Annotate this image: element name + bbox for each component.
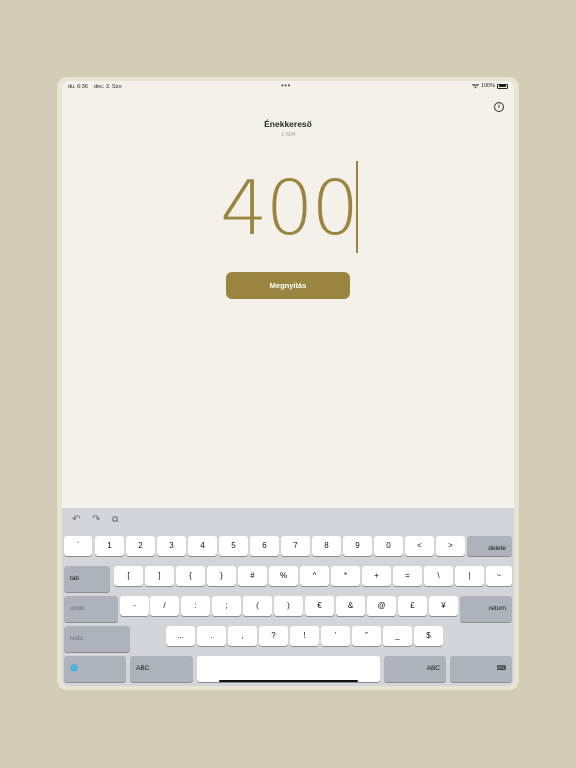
- wifi-icon: [471, 83, 479, 88]
- key-%[interactable]: %: [269, 566, 298, 586]
- song-number-input[interactable]: 400: [220, 171, 359, 246]
- key-7[interactable]: 7: [281, 536, 310, 556]
- key-/[interactable]: /: [150, 596, 179, 616]
- key-...[interactable]: ...: [166, 626, 195, 646]
- redo-icon[interactable]: ↷: [92, 514, 100, 525]
- page-title: Énekkereső: [264, 119, 312, 129]
- key-?[interactable]: ?: [259, 626, 288, 646]
- key-£[interactable]: £: [398, 596, 427, 616]
- key-3[interactable]: 3: [157, 536, 186, 556]
- page-subtitle: 1-504: [280, 132, 296, 138]
- key-.[interactable]: .: [197, 626, 226, 646]
- battery-icon: [497, 83, 508, 89]
- status-bar: du. 6:36 dec. 3. Szo ••• 100%: [62, 81, 514, 93]
- key-2[interactable]: 2: [126, 536, 155, 556]
- key-tab[interactable]: tab: [64, 566, 110, 592]
- key-1[interactable]: 1: [95, 536, 124, 556]
- key-:[interactable]: :: [181, 596, 210, 616]
- key-~[interactable]: ~: [486, 566, 512, 586]
- key-^[interactable]: ^: [300, 566, 329, 586]
- key-@[interactable]: @: [367, 596, 396, 616]
- key-’[interactable]: ’: [321, 626, 350, 646]
- status-date: dec. 3. Szo: [94, 84, 122, 90]
- open-button[interactable]: Megnyitás: [226, 272, 350, 299]
- key-<[interactable]: <: [405, 536, 434, 556]
- key-0[interactable]: 0: [374, 536, 403, 556]
- multitasking-dots-icon[interactable]: •••: [281, 81, 291, 90]
- key-undo[interactable]: undo: [64, 596, 118, 622]
- paste-icon[interactable]: ⧉: [112, 514, 118, 525]
- key-[[interactable]: [: [114, 566, 143, 586]
- key-=[interactable]: =: [393, 566, 422, 586]
- key-;[interactable]: ;: [212, 596, 241, 616]
- key-”[interactable]: ”: [352, 626, 381, 646]
- text-caret: [356, 161, 358, 253]
- key-#[interactable]: #: [238, 566, 267, 586]
- key-return[interactable]: return: [460, 596, 512, 622]
- key-6[interactable]: 6: [250, 536, 279, 556]
- key-ABC[interactable]: ABC: [384, 656, 446, 682]
- key-*[interactable]: *: [331, 566, 360, 586]
- key-|[interactable]: |: [455, 566, 484, 586]
- key-9[interactable]: 9: [343, 536, 372, 556]
- key-redo[interactable]: redo: [64, 626, 130, 652]
- status-right: 100%: [471, 83, 508, 89]
- status-time: du. 6:36: [68, 84, 88, 90]
- key-_[interactable]: _: [383, 626, 412, 646]
- key-$[interactable]: $: [414, 626, 443, 646]
- key-¥[interactable]: ¥: [429, 596, 458, 616]
- key-\[interactable]: \: [424, 566, 453, 586]
- key-][interactable]: ]: [145, 566, 174, 586]
- undo-icon[interactable]: ↶: [72, 514, 80, 525]
- key-+[interactable]: +: [362, 566, 391, 586]
- key-}[interactable]: }: [207, 566, 236, 586]
- key--[interactable]: -: [120, 596, 149, 616]
- key-8[interactable]: 8: [312, 536, 341, 556]
- key-4[interactable]: 4: [188, 536, 217, 556]
- globe-key[interactable]: 🌐: [64, 656, 126, 682]
- key-5[interactable]: 5: [219, 536, 248, 556]
- keyboard: ↶ ↷ ⧉ ` 1 2 3 4 5 6 7 8 9 0 < > delete tab[]{} #% ^ * + = \ |…: [62, 508, 514, 686]
- key-€[interactable]: €: [305, 596, 334, 616]
- key-`[interactable]: `: [64, 536, 92, 556]
- dismiss-keyboard-key[interactable]: ⌨: [450, 656, 512, 682]
- space-key[interactable]: [197, 656, 380, 682]
- key-,[interactable]: ,: [228, 626, 257, 646]
- app-screen: du. 6:36 dec. 3. Szo ••• 100% i Énekkere…: [62, 81, 514, 686]
- key-&[interactable]: &: [336, 596, 365, 616]
- key->[interactable]: >: [436, 536, 465, 556]
- key-ABC[interactable]: ABC: [130, 656, 193, 682]
- key-![interactable]: !: [290, 626, 319, 646]
- battery-percent: 100%: [480, 83, 495, 89]
- info-icon[interactable]: i: [494, 102, 504, 112]
- key-{[interactable]: {: [176, 566, 205, 586]
- key-delete[interactable]: delete: [467, 536, 512, 556]
- home-indicator[interactable]: [219, 680, 358, 682]
- key-([interactable]: (: [243, 596, 272, 616]
- key-)[interactable]: ): [274, 596, 303, 616]
